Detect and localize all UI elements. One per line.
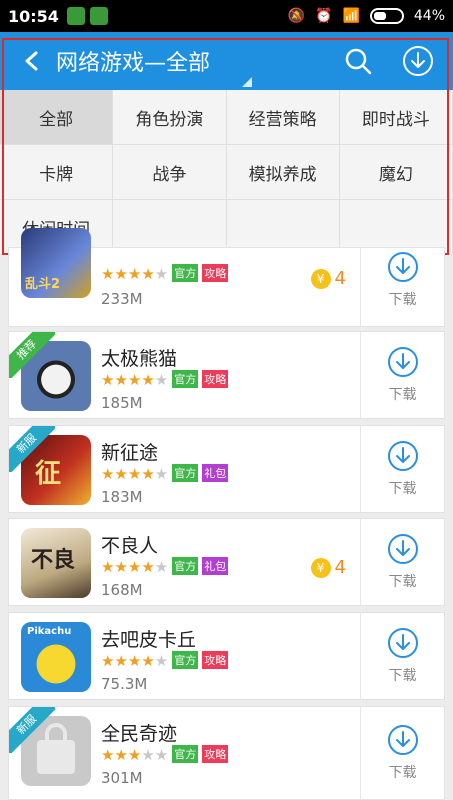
download-icon [387,347,418,377]
rating-stars: ★★★★★ 官方 攻略 [101,745,229,764]
download-icon [403,46,433,76]
new-server-badge: 新服 [9,426,55,472]
category-all[interactable]: 全部 [0,90,114,145]
rating-stars: ★★★★★ 官方 攻略 [101,370,229,389]
download-icon [387,441,418,471]
app-size: 168M [101,581,143,599]
download-label: 下载 [388,387,417,403]
app-icon: Pikachu [21,622,91,692]
app-name: 全民奇迹 [101,723,178,745]
category-cards[interactable]: 卡牌 [0,145,114,200]
download-button[interactable]: 下载 [360,519,444,605]
app-icon: 乱斗2 [21,228,91,298]
list-item[interactable]: 推荐 太极熊猫 ★★★★★ 官方 攻略 185M 下载 [8,331,445,419]
rating-stars: ★★★★★ 官方 礼包 [101,464,229,483]
app-name: 去吧皮卡丘 [101,629,197,651]
tag-gift: 礼包 [202,464,229,482]
download-label: 下载 [388,668,417,684]
app-size: 75.3M [101,675,148,693]
list-item[interactable]: 乱斗2 ★★★★★ 官方 攻略 233M ¥4 下载 [8,228,445,327]
download-manager-button[interactable] [401,44,435,78]
list-item[interactable]: 新服 征 新征途 ★★★★★ 官方 礼包 183M 下载 [8,425,445,513]
download-icon [387,252,418,282]
category-simulation[interactable]: 模拟养成 [226,145,340,200]
status-time: 10:54 [8,6,59,26]
app-icon-label: Pikachu [27,626,72,637]
download-button[interactable]: 下载 [360,426,444,512]
status-icons: 🔕 ⏰ 📶 44% [288,8,445,24]
category-war[interactable]: 战争 [113,145,227,200]
download-button[interactable]: 下载 [360,332,444,418]
download-icon [387,725,418,755]
coin-reward: ¥4 [310,557,346,578]
app-size: 183M [101,488,143,506]
rating-stars: ★★★★★ 官方 礼包 [101,557,229,576]
new-server-badge: 新服 [9,707,55,753]
app-icon-glyph: 不良 [31,548,76,573]
download-label: 下载 [388,574,417,590]
download-button[interactable]: 下载 [360,707,444,799]
list-item[interactable]: 不良 不良人 ★★★★★ 官方 礼包 168M ¥4 下载 [8,518,445,606]
app-notification-icon [66,7,85,25]
app-name: 太极熊猫 [101,348,178,370]
download-button[interactable]: 下载 [360,248,444,326]
category-strategy[interactable]: 经营策略 [226,90,340,145]
tag-gift: 礼包 [202,557,229,575]
tag-guide: 攻略 [202,745,229,763]
status-bar: 10:54 🔕 ⏰ 📶 44% [0,0,453,32]
app-size: 233M [101,290,143,308]
app-size: 301M [101,769,143,787]
tag-guide: 攻略 [202,370,229,388]
app-notification-icon [89,7,108,25]
list-item[interactable]: Pikachu 去吧皮卡丘 ★★★★★ 官方 攻略 75.3M 下载 [8,612,445,700]
chevron-left-icon [25,51,38,71]
mute-icon: 🔕 [287,8,305,24]
download-label: 下载 [388,292,417,308]
tag-official: 官方 [172,557,199,575]
category-realtime-battle[interactable]: 即时战斗 [339,90,453,145]
app-icon: 不良 [21,528,91,598]
app-name: 不良人 [101,535,159,557]
tag-official: 官方 [172,370,199,388]
download-label: 下载 [388,765,417,781]
tag-guide: 攻略 [202,651,229,669]
coin-icon: ¥ [310,268,331,289]
tag-guide: 攻略 [202,264,229,282]
rating-stars: ★★★★★ 官方 攻略 [101,651,229,670]
download-icon [387,628,418,658]
list-item[interactable]: 新服 全民奇迹 ★★★★★ 官方 攻略 301M 下载 [8,706,445,800]
search-icon [345,48,372,75]
app-icon-label: 乱斗2 [25,277,61,292]
coin-icon: ¥ [310,557,331,578]
download-icon [387,534,418,564]
download-button[interactable]: 下载 [360,613,444,699]
app-header: 网络游戏—全部 [0,32,453,90]
tag-official: 官方 [172,745,199,763]
wifi-icon: 📶 [342,8,360,24]
tag-official: 官方 [172,264,199,282]
search-button[interactable] [341,44,375,78]
battery-icon [369,8,404,24]
battery-percent: 44% [413,8,445,24]
tag-official: 官方 [172,651,199,669]
category-roleplay[interactable]: 角色扮演 [113,90,227,145]
rating-stars: ★★★★★ 官方 攻略 [101,264,229,283]
tag-official: 官方 [172,464,199,482]
recommend-badge: 推荐 [9,332,55,378]
coin-reward: ¥4 [310,268,346,289]
back-button[interactable] [12,41,52,81]
category-fantasy[interactable]: 魔幻 [339,145,453,200]
alarm-icon: ⏰ [315,8,333,24]
page-title[interactable]: 网络游戏—全部 [56,45,253,87]
download-label: 下载 [388,481,417,497]
app-size: 185M [101,394,143,412]
app-name: 新征途 [101,442,159,464]
